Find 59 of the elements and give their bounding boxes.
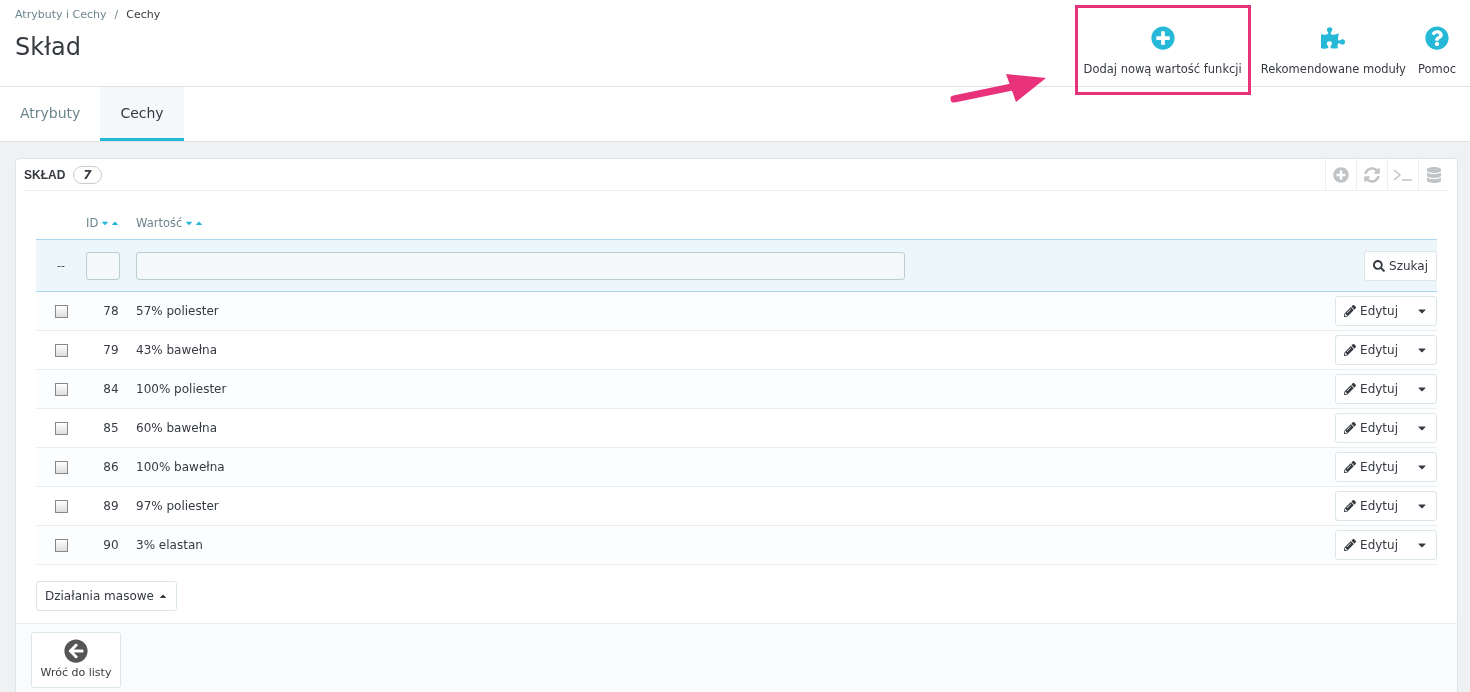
id-cell-text: 85 bbox=[102, 421, 120, 435]
pencil-icon bbox=[1344, 539, 1357, 551]
row-checkbox[interactable] bbox=[54, 343, 68, 357]
pencil-icon bbox=[1344, 422, 1357, 434]
puzzle-icon bbox=[1321, 26, 1346, 50]
value-cell-text: 100% bawełna bbox=[136, 460, 226, 474]
row-checkbox[interactable] bbox=[54, 538, 68, 552]
bulk-actions-button[interactable]: Działania masowe bbox=[36, 581, 177, 611]
toolbar-button[interactable]: Pomoc bbox=[1411, 26, 1462, 76]
search-button[interactable]: Szukaj bbox=[1364, 250, 1437, 281]
breadcrumb-separator: / bbox=[114, 8, 119, 21]
back-button[interactable]: Wróć do listy bbox=[31, 632, 121, 688]
id-cell-text: 79 bbox=[102, 343, 120, 357]
refresh-icon[interactable] bbox=[1364, 166, 1380, 183]
pencil-icon bbox=[1344, 461, 1357, 473]
search-icon bbox=[1373, 259, 1386, 272]
add-icon[interactable] bbox=[1333, 166, 1349, 183]
value-cell-text: 100% poliester bbox=[136, 382, 228, 396]
edit-button[interactable]: Edytuj bbox=[1335, 296, 1437, 326]
edit-button[interactable]: Edytuj bbox=[1335, 374, 1437, 404]
id-cell-text: 90 bbox=[102, 538, 120, 552]
value-cell-text: 3% elastan bbox=[136, 538, 204, 552]
help-icon bbox=[1424, 26, 1449, 50]
edit-button[interactable]: Edytuj bbox=[1335, 530, 1437, 560]
panel-title: SKŁAD bbox=[24, 167, 66, 182]
pencil-icon bbox=[1344, 383, 1357, 395]
value-cell-text: 97% poliester bbox=[136, 499, 220, 513]
row-checkbox[interactable] bbox=[54, 499, 68, 513]
pencil-icon bbox=[1344, 305, 1357, 317]
edit-button[interactable]: Edytuj bbox=[1335, 491, 1437, 521]
row-checkbox[interactable] bbox=[54, 382, 68, 396]
toolbar-button[interactable]: Rekomendowane moduły bbox=[1254, 26, 1412, 76]
id-cell-text: 84 bbox=[102, 382, 120, 396]
column-header[interactable]: ID bbox=[86, 215, 136, 230]
value-filter-field[interactable] bbox=[136, 251, 905, 280]
database-icon[interactable] bbox=[1426, 166, 1442, 183]
page-title: Skład bbox=[15, 33, 82, 61]
tab[interactable]: Cechy bbox=[100, 87, 184, 141]
id-filter-field[interactable] bbox=[86, 251, 120, 280]
id-cell-text: 86 bbox=[102, 460, 120, 474]
row-checkbox[interactable] bbox=[54, 421, 68, 435]
breadcrumb-item[interactable]: Atrybuty i Cechy bbox=[15, 8, 107, 21]
edit-button[interactable]: Edytuj bbox=[1335, 452, 1437, 482]
value-cell-text: 60% bawełna bbox=[136, 421, 219, 435]
id-cell-text: 78 bbox=[102, 304, 120, 318]
edit-button[interactable]: Edytuj bbox=[1335, 335, 1437, 365]
column-header[interactable]: Wartość bbox=[136, 215, 1327, 230]
id-cell-text: 89 bbox=[102, 499, 120, 513]
back-arrow-icon bbox=[64, 639, 88, 663]
row-checkbox[interactable] bbox=[54, 304, 68, 318]
edit-button[interactable]: Edytuj bbox=[1335, 413, 1437, 443]
breadcrumb-item: Cechy bbox=[126, 8, 161, 21]
pencil-icon bbox=[1344, 500, 1357, 512]
tab[interactable]: Atrybuty bbox=[0, 87, 101, 141]
pencil-icon bbox=[1344, 344, 1357, 356]
bulk-mark: -- bbox=[56, 259, 66, 272]
value-cell-text: 43% bawełna bbox=[136, 343, 219, 357]
row-checkbox[interactable] bbox=[54, 460, 68, 474]
value-cell-text: 57% poliester bbox=[136, 304, 220, 318]
